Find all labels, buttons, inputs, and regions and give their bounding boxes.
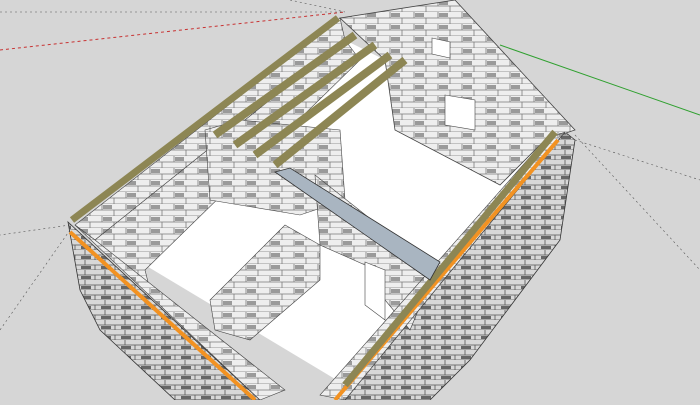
guide-line bbox=[574, 134, 700, 271]
guide-line bbox=[0, 229, 71, 331]
guide-line bbox=[289, 0, 346, 13]
red-axis bbox=[0, 11, 346, 51]
3d-model-viewport[interactable] bbox=[0, 0, 700, 402]
model-canvas[interactable] bbox=[0, 0, 700, 402]
gable-window[interactable] bbox=[444, 94, 476, 131]
guide-line bbox=[574, 139, 700, 181]
guide-line bbox=[0, 224, 71, 236]
